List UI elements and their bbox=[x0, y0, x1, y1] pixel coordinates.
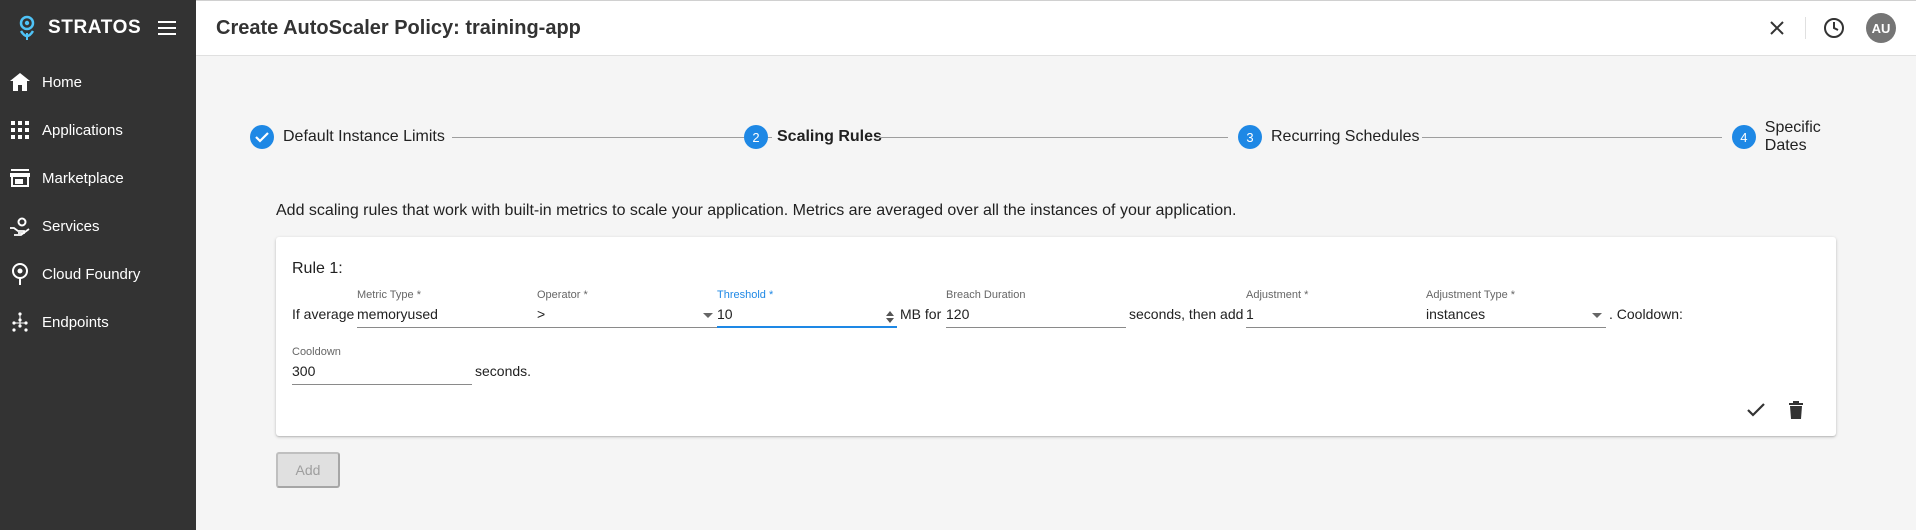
step-connector bbox=[1422, 137, 1722, 138]
cloud-foundry-icon bbox=[9, 263, 31, 285]
step-specific-dates[interactable]: 4 Specific Dates bbox=[1732, 119, 1866, 154]
cooldown-input[interactable]: 300 bbox=[292, 361, 472, 385]
unit-text: MB for bbox=[900, 306, 942, 322]
sidebar-item-label: Home bbox=[42, 73, 83, 91]
field-label: Adjustment Type * bbox=[1426, 289, 1516, 301]
sidebar-item-label: Applications bbox=[42, 121, 123, 139]
step-label: Recurring Schedules bbox=[1271, 128, 1420, 145]
cooldown-field[interactable]: Cooldown 300 bbox=[292, 346, 472, 388]
adjustment-type-value[interactable]: instances bbox=[1426, 304, 1606, 328]
service-icon bbox=[9, 215, 31, 237]
breach-duration-field[interactable]: Breach Duration 120 bbox=[946, 289, 1126, 331]
adjustment-type-select[interactable]: Adjustment Type * instances bbox=[1426, 289, 1606, 331]
rule-title: Rule 1: bbox=[292, 260, 343, 277]
add-rule-button[interactable]: Add bbox=[276, 452, 340, 488]
metric-type-field[interactable]: Metric Type * memoryused bbox=[357, 289, 537, 331]
home-icon bbox=[9, 71, 31, 93]
adjustment-input[interactable]: 1 bbox=[1246, 304, 1426, 328]
field-label: Adjustment * bbox=[1246, 289, 1309, 301]
step-label: Default Instance Limits bbox=[283, 128, 445, 145]
sidebar-item-marketplace[interactable]: Marketplace bbox=[0, 154, 196, 202]
breach-duration-input[interactable]: 120 bbox=[946, 304, 1126, 328]
rule-prefix-text: If average bbox=[292, 306, 355, 322]
endpoints-icon bbox=[9, 311, 31, 333]
rule-card: Rule 1: If average Metric Type * memoryu… bbox=[276, 237, 1836, 436]
store-icon bbox=[9, 167, 31, 189]
operator-select[interactable]: Operator * > bbox=[537, 289, 717, 331]
step-number: 3 bbox=[1238, 125, 1262, 149]
step-recurring-schedules[interactable]: 3 Recurring Schedules bbox=[1238, 124, 1420, 150]
sidebar-item-label: Endpoints bbox=[42, 313, 109, 331]
step-number: 4 bbox=[1732, 125, 1756, 149]
check-icon[interactable] bbox=[1740, 394, 1772, 426]
step-number: 2 bbox=[744, 125, 768, 149]
close-icon[interactable] bbox=[1761, 12, 1793, 44]
brand-name: STRATOS bbox=[48, 17, 142, 38]
step-connector bbox=[878, 137, 1228, 138]
sidebar-item-endpoints[interactable]: Endpoints bbox=[0, 298, 196, 346]
rule-actions bbox=[1732, 394, 1812, 426]
field-label: Breach Duration bbox=[946, 289, 1026, 301]
step-connector bbox=[452, 137, 772, 138]
field-label: Cooldown bbox=[292, 346, 341, 358]
header-actions: AU bbox=[1761, 12, 1896, 44]
sidebar-item-label: Services bbox=[42, 217, 100, 235]
apps-grid-icon bbox=[9, 119, 31, 141]
seconds-end-text: seconds. bbox=[475, 363, 532, 379]
cooldown-text: . Cooldown: bbox=[1609, 306, 1683, 322]
stepper: Default Instance Limits 2 Scaling Rules … bbox=[250, 119, 1866, 154]
sidebar-item-label: Marketplace bbox=[42, 169, 124, 187]
step-default-instance-limits[interactable]: Default Instance Limits bbox=[250, 124, 445, 150]
field-label: Operator * bbox=[537, 289, 588, 301]
metric-type-input[interactable]: memoryused bbox=[357, 304, 537, 328]
stratos-logo-icon[interactable] bbox=[16, 15, 38, 41]
field-label: Metric Type * bbox=[357, 289, 421, 301]
check-icon bbox=[250, 125, 274, 149]
adjustment-field[interactable]: Adjustment * 1 bbox=[1246, 289, 1426, 331]
sidebar: STRATOS Home Applications Marketplace Se… bbox=[0, 0, 196, 530]
sidebar-item-cloud-foundry[interactable]: Cloud Foundry bbox=[0, 250, 196, 298]
app-header: Create AutoScaler Policy: training-app A… bbox=[196, 0, 1916, 56]
step-label: Specific Dates bbox=[1764, 119, 1821, 154]
sidebar-item-applications[interactable]: Applications bbox=[0, 106, 196, 154]
operator-value[interactable]: > bbox=[537, 304, 717, 328]
brand: STRATOS bbox=[0, 0, 196, 56]
sidebar-item-services[interactable]: Services bbox=[0, 202, 196, 250]
step-scaling-rules[interactable]: 2 Scaling Rules bbox=[744, 124, 882, 150]
delete-icon[interactable] bbox=[1780, 394, 1812, 426]
sidebar-item-home[interactable]: Home bbox=[0, 58, 196, 106]
menu-icon[interactable] bbox=[154, 15, 180, 41]
history-icon[interactable] bbox=[1818, 12, 1850, 44]
page-title: Create AutoScaler Policy: training-app bbox=[216, 16, 581, 39]
avatar[interactable]: AU bbox=[1866, 13, 1896, 43]
dropdown-arrow-icon[interactable] bbox=[1592, 313, 1602, 318]
seconds-then-add-text: seconds, then add bbox=[1129, 306, 1244, 322]
number-spinner-icon[interactable] bbox=[885, 310, 895, 324]
header-divider bbox=[1805, 17, 1806, 39]
threshold-field[interactable]: Threshold * 10 bbox=[717, 289, 897, 331]
scaling-rules-description: Add scaling rules that work with built-i… bbox=[276, 202, 1237, 219]
dropdown-arrow-icon[interactable] bbox=[703, 313, 713, 318]
sidebar-item-label: Cloud Foundry bbox=[42, 265, 141, 283]
field-label: Threshold * bbox=[717, 289, 774, 301]
threshold-input[interactable]: 10 bbox=[717, 304, 897, 328]
step-label: Scaling Rules bbox=[777, 128, 882, 145]
